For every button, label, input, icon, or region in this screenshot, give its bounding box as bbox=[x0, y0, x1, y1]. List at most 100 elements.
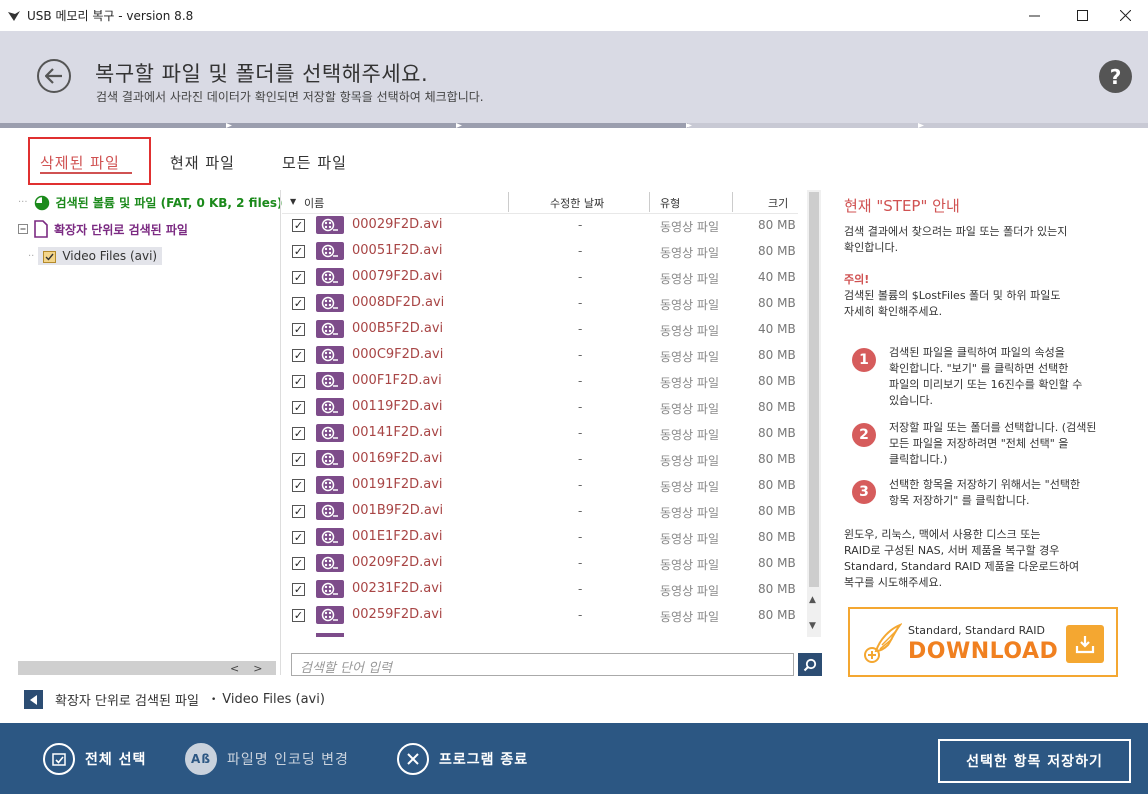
file-row[interactable]: ✓ 000B5F2D.avi - 동영상 파일 40 MB bbox=[282, 317, 798, 343]
tree-label-volumes: 검색된 볼륨 및 파일 (FAT, 0 KB, 2 files) bbox=[55, 196, 283, 210]
app-icon bbox=[8, 10, 20, 21]
row-checkbox[interactable]: ✓ bbox=[292, 297, 305, 310]
file-name: 00119F2D.avi bbox=[352, 399, 443, 414]
select-all-button[interactable]: 전체 선택 bbox=[43, 743, 146, 775]
row-checkbox[interactable]: ✓ bbox=[292, 245, 305, 258]
row-checkbox[interactable]: ✓ bbox=[292, 375, 305, 388]
file-row[interactable]: ✓ 00259F2D.avi - 동영상 파일 80 MB bbox=[282, 603, 798, 629]
file-row[interactable]: ✓ 000C9F2D.avi - 동영상 파일 80 MB bbox=[282, 343, 798, 369]
row-checkbox[interactable]: ✓ bbox=[292, 427, 305, 440]
select-all-icon bbox=[43, 743, 75, 775]
file-name: 0008DF2D.avi bbox=[352, 295, 445, 310]
row-checkbox[interactable]: ✓ bbox=[292, 401, 305, 414]
row-checkbox[interactable]: ✓ bbox=[292, 583, 305, 596]
search-input[interactable]: 검색할 단어 입력 bbox=[291, 653, 794, 676]
file-date: - bbox=[578, 322, 583, 336]
active-tab-underline bbox=[40, 172, 132, 174]
column-name[interactable]: 이름 bbox=[304, 195, 324, 211]
row-checkbox[interactable]: ✓ bbox=[292, 531, 305, 544]
step-separator-icon bbox=[918, 123, 924, 128]
row-checkbox[interactable]: ✓ bbox=[292, 479, 305, 492]
file-name: 00141F2D.avi bbox=[352, 425, 443, 440]
file-type: 동영상 파일 bbox=[660, 558, 720, 572]
row-checkbox[interactable]: ✓ bbox=[292, 271, 305, 284]
download-product: Standard, Standard RAID bbox=[908, 624, 1046, 637]
row-checkbox[interactable]: ✓ bbox=[292, 219, 305, 232]
download-button[interactable] bbox=[1066, 625, 1104, 663]
file-size: 80 MB bbox=[758, 218, 796, 232]
column-type[interactable]: 유형 bbox=[660, 195, 680, 211]
download-banner[interactable]: Standard, Standard RAID DOWNLOAD bbox=[848, 607, 1118, 677]
file-size: 80 MB bbox=[758, 426, 796, 440]
collapse-icon[interactable] bbox=[18, 223, 29, 235]
row-checkbox[interactable]: ✓ bbox=[292, 323, 305, 336]
scrollbar-thumb[interactable] bbox=[809, 192, 819, 587]
file-row[interactable]: ✓ 00079F2D.avi - 동영상 파일 40 MB bbox=[282, 265, 798, 291]
breadcrumb-back-button[interactable] bbox=[24, 690, 43, 709]
row-checkbox[interactable]: ✓ bbox=[292, 557, 305, 570]
file-type: 동영상 파일 bbox=[660, 324, 720, 338]
panel-divider bbox=[280, 190, 281, 675]
column-modified[interactable]: 수정한 날짜 bbox=[550, 195, 604, 211]
step-separator-icon bbox=[686, 123, 692, 128]
file-row[interactable]: ✓ 000F1F2D.avi - 동영상 파일 80 MB bbox=[282, 369, 798, 395]
file-name: 00079F2D.avi bbox=[352, 269, 443, 284]
video-file-icon bbox=[316, 502, 344, 520]
maximize-button[interactable] bbox=[1059, 0, 1105, 31]
back-button[interactable] bbox=[37, 59, 71, 93]
file-date: - bbox=[578, 478, 583, 492]
title-bar: USB 메모리 복구 - version 8.8 bbox=[0, 0, 1148, 31]
file-row[interactable]: ✓ 00169F2D.avi - 동영상 파일 80 MB bbox=[282, 447, 798, 473]
file-date: - bbox=[578, 270, 583, 284]
file-row[interactable]: ✓ 001E1F2D.avi - 동영상 파일 80 MB bbox=[282, 525, 798, 551]
file-row[interactable]: ✓ 00191F2D.avi - 동영상 파일 80 MB bbox=[282, 473, 798, 499]
file-name: 00231F2D.avi bbox=[352, 581, 443, 596]
file-row[interactable]: ✓ 00029F2D.avi - 동영상 파일 80 MB bbox=[282, 213, 798, 239]
file-name: 000B5F2D.avi bbox=[352, 321, 444, 336]
tab-deleted-files[interactable]: 삭제된 파일 bbox=[40, 152, 120, 173]
breadcrumb-item[interactable]: 확장자 단위로 검색된 파일 bbox=[55, 690, 199, 709]
file-date: - bbox=[578, 348, 583, 362]
scroll-up-icon[interactable]: ▲ bbox=[809, 595, 816, 605]
tab-current-files[interactable]: 현재 파일 bbox=[170, 152, 235, 173]
file-list-scrollbar[interactable]: ▲ ▼ bbox=[807, 190, 821, 637]
minimize-button[interactable] bbox=[1011, 0, 1057, 31]
file-row[interactable]: ✓ 00209F2D.avi - 동영상 파일 80 MB bbox=[282, 551, 798, 577]
row-checkbox[interactable]: ✓ bbox=[292, 609, 305, 622]
close-window-button[interactable] bbox=[1102, 0, 1148, 31]
step-number: 3 bbox=[852, 480, 876, 504]
wing-plus-icon bbox=[864, 623, 902, 663]
save-selected-button[interactable]: 선택한 항목 저장하기 bbox=[938, 739, 1131, 783]
file-name: 00209F2D.avi bbox=[352, 555, 443, 570]
help-button[interactable]: ? bbox=[1099, 60, 1132, 93]
file-row[interactable]: ✓ 00119F2D.avi - 동영상 파일 80 MB bbox=[282, 395, 798, 421]
tree-scroll-arrows[interactable]: <> bbox=[230, 662, 276, 675]
file-row[interactable]: ✓ 0008DF2D.avi - 동영상 파일 80 MB bbox=[282, 291, 798, 317]
row-checkbox[interactable]: ✓ bbox=[292, 505, 305, 518]
exit-program-button[interactable]: 프로그램 종료 bbox=[397, 743, 528, 775]
file-size: 80 MB bbox=[758, 296, 796, 310]
row-checkbox[interactable]: ✓ bbox=[292, 453, 305, 466]
file-row[interactable]: ✓ 00231F2D.avi - 동영상 파일 80 MB bbox=[282, 577, 798, 603]
file-type: 동영상 파일 bbox=[660, 350, 720, 364]
video-file-icon bbox=[316, 450, 344, 468]
sort-desc-icon[interactable]: ▼ bbox=[290, 197, 296, 206]
file-row[interactable]: ✓ 001B9F2D.avi - 동영상 파일 80 MB bbox=[282, 499, 798, 525]
tree-item-video-files[interactable]: ·· Video Files (avi) bbox=[28, 247, 163, 265]
row-checkbox[interactable]: ✓ bbox=[292, 349, 305, 362]
filename-encoding-button[interactable]: Aß 파일명 인코딩 변경 bbox=[185, 743, 349, 775]
triangle-left-icon bbox=[29, 694, 37, 705]
breadcrumb-item[interactable]: Video Files (avi) bbox=[222, 692, 325, 707]
tree-item-volumes[interactable]: ··· 검색된 볼륨 및 파일 (FAT, 0 KB, 2 files) bbox=[18, 194, 282, 211]
tree-label-by-extension: 확장자 단위로 검색된 파일 bbox=[54, 222, 188, 237]
search-button[interactable] bbox=[798, 653, 822, 676]
file-row[interactable]: ✓ 00051F2D.avi - 동영상 파일 80 MB bbox=[282, 239, 798, 265]
file-row[interactable]: ✓ 00141F2D.avi - 동영상 파일 80 MB bbox=[282, 421, 798, 447]
scroll-down-icon[interactable]: ▼ bbox=[809, 621, 816, 631]
tree-item-by-extension[interactable]: 확장자 단위로 검색된 파일 bbox=[18, 220, 188, 238]
file-name: 00051F2D.avi bbox=[352, 243, 443, 258]
file-size: 80 MB bbox=[758, 400, 796, 414]
column-size[interactable]: 크기 bbox=[768, 195, 788, 211]
tab-all-files[interactable]: 모든 파일 bbox=[282, 152, 347, 173]
file-name: 00259F2D.avi bbox=[352, 607, 443, 622]
